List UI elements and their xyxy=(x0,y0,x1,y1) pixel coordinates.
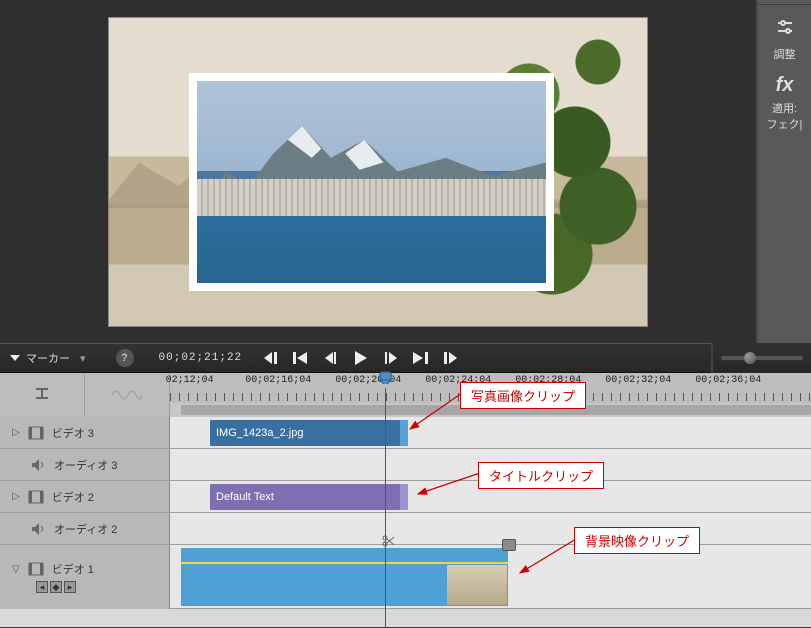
playhead[interactable] xyxy=(385,388,386,628)
app-root: 調整 fx 適用: フェク| マーカー ▾ ? 00;02;21;22 xyxy=(0,0,811,627)
skip-forward-button[interactable] xyxy=(410,347,432,369)
anno-title: タイトルクリップ xyxy=(478,462,604,489)
track-label-video1: ビデオ 1 xyxy=(52,561,94,577)
expand-icon[interactable]: ▷ xyxy=(12,491,20,502)
clip-photo-handle[interactable] xyxy=(400,420,408,446)
track-label-audio3: オーディオ 3 xyxy=(54,457,117,473)
go-to-next-edit-button[interactable] xyxy=(440,347,462,369)
speaker-icon xyxy=(30,457,46,473)
fx-icon: fx xyxy=(776,74,794,97)
go-to-prev-edit-button[interactable] xyxy=(260,347,282,369)
zoom-handle[interactable] xyxy=(744,352,756,364)
track-label-audio2: オーディオ 2 xyxy=(54,521,117,537)
track-header-audio2[interactable]: オーディオ 2 xyxy=(0,513,170,544)
kf-add[interactable]: ◆ xyxy=(50,581,62,593)
timecode-display[interactable]: 00;02;21;22 xyxy=(159,352,243,364)
chevron-down-icon xyxy=(10,355,20,361)
track-audio3: オーディオ 3 xyxy=(0,449,811,481)
track-header-video1[interactable]: ▽ ビデオ 1 ◂ ◆ ▸ xyxy=(0,545,170,609)
track-body-audio2[interactable] xyxy=(170,513,811,544)
program-monitor[interactable] xyxy=(108,17,648,327)
zoom-slider-area xyxy=(711,343,811,373)
preview-zone xyxy=(0,0,756,343)
help-button[interactable]: ? xyxy=(116,349,134,367)
zoom-slider[interactable] xyxy=(721,356,803,360)
speaker-icon xyxy=(30,521,46,537)
track-header-video3[interactable]: ▷ ビデオ 3 xyxy=(0,417,170,448)
track-body-video3[interactable]: IMG_1423a_2.jpg xyxy=(170,417,811,448)
expand-icon[interactable]: ▷ xyxy=(12,427,20,438)
sidebar-adjust-label: 調整 xyxy=(774,46,796,62)
track-label-video2: ビデオ 2 xyxy=(52,489,94,505)
sidebar-effects[interactable]: fx 適用: フェク| xyxy=(767,74,803,132)
marker-label: マーカー xyxy=(26,350,70,366)
clip-bg-thumbnail xyxy=(447,565,507,605)
skip-back-button[interactable] xyxy=(290,347,312,369)
collapse-icon xyxy=(33,386,51,405)
collapse-icon[interactable]: ▽ xyxy=(12,564,20,575)
waveform-toggle[interactable] xyxy=(85,373,170,417)
step-back-button[interactable] xyxy=(320,347,342,369)
scissors-icon[interactable] xyxy=(382,535,396,550)
filmstrip-icon xyxy=(28,561,44,577)
clip-photo[interactable]: IMG_1423a_2.jpg xyxy=(210,420,400,446)
track-body-video1[interactable] xyxy=(170,545,811,608)
transport-bar: マーカー ▾ ? 00;02;21;22 xyxy=(0,343,811,373)
anno-bg: 背景映像クリップ xyxy=(574,527,700,554)
playhead-handle-icon[interactable] xyxy=(378,371,393,384)
clip-bg-video[interactable] xyxy=(181,548,508,606)
track-label-video3: ビデオ 3 xyxy=(52,425,94,441)
timeline-panel: 02;12;04 00;02;16;04 00;02;20;04 00;02;2… xyxy=(0,373,811,627)
play-button[interactable] xyxy=(350,347,372,369)
preview-bg-mountains xyxy=(109,135,647,209)
anno-photo: 写真画像クリップ xyxy=(460,382,586,409)
preview-photo-frame xyxy=(189,73,554,291)
clip-title-label: Default Text xyxy=(216,491,274,503)
kf-prev[interactable]: ◂ xyxy=(36,581,48,593)
kf-next[interactable]: ▸ xyxy=(64,581,76,593)
preview-bg-sepia xyxy=(109,18,647,326)
waveform-icon xyxy=(112,387,142,403)
ruler-time-1: 00;02;16;04 xyxy=(245,375,311,386)
help-icon: ? xyxy=(121,352,128,364)
marker-dropdown[interactable]: マーカー ▾ xyxy=(10,350,86,366)
track-header-video2[interactable]: ▷ ビデオ 2 xyxy=(0,481,170,512)
right-sidebar: 調整 fx 適用: フェク| xyxy=(756,0,811,343)
sidebar-adjust[interactable]: 調整 xyxy=(774,17,796,62)
ruler-time-5: 00;02;32;04 xyxy=(605,375,671,386)
clip-title[interactable]: Default Text xyxy=(210,484,400,510)
sidebar-effects-label: 適用: フェク| xyxy=(767,100,803,132)
opacity-rubberband[interactable] xyxy=(181,562,508,564)
track-video1: ▽ ビデオ 1 ◂ ◆ ▸ xyxy=(0,545,811,609)
preview-foliage xyxy=(437,17,648,318)
filmstrip-icon xyxy=(28,489,44,505)
clip-bg-outpoint[interactable] xyxy=(502,539,516,551)
ruler-time-6: 00;02;36;04 xyxy=(695,375,761,386)
filmstrip-icon xyxy=(28,425,44,441)
clip-photo-label: IMG_1423a_2.jpg xyxy=(216,427,303,439)
clip-title-handle[interactable] xyxy=(400,484,408,510)
ruler-time-0: 02;12;04 xyxy=(166,375,214,386)
keyframe-nav: ◂ ◆ ▸ xyxy=(36,581,76,593)
snap-toggle[interactable] xyxy=(0,373,85,417)
track-header-audio3[interactable]: オーディオ 3 xyxy=(0,449,170,480)
timeline-corner-tools xyxy=(0,373,170,417)
track-video2: ▷ ビデオ 2 Default Text xyxy=(0,481,811,513)
step-forward-button[interactable] xyxy=(380,347,402,369)
tracks-container: ▷ ビデオ 3 IMG_1423a_2.jpg xyxy=(0,417,811,609)
track-video3: ▷ ビデオ 3 IMG_1423a_2.jpg xyxy=(0,417,811,449)
adjust-icon xyxy=(775,17,795,43)
